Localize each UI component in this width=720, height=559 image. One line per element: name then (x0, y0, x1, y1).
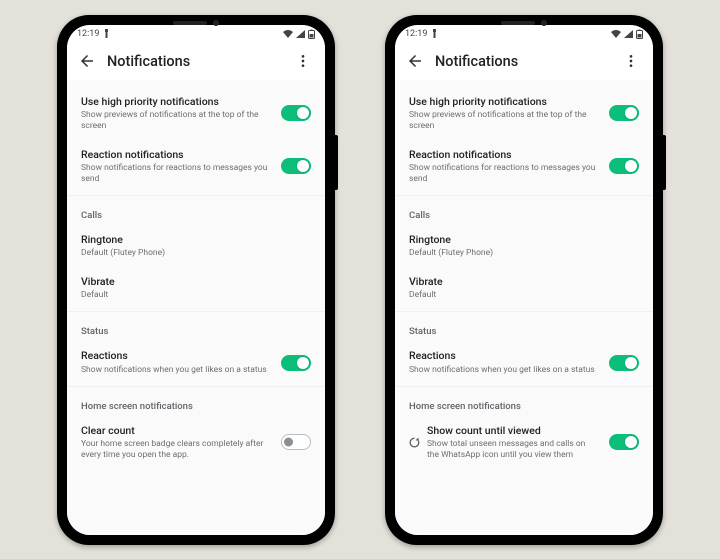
arrow-left-icon (406, 52, 424, 70)
row-title: Reactions (81, 349, 271, 363)
switch-reaction-notifications[interactable] (609, 158, 639, 174)
row-subtitle: Default (Flutey Phone) (409, 248, 639, 259)
more-vert-icon (623, 53, 639, 69)
row-subtitle: Show notifications for reactions to mess… (81, 163, 271, 185)
switch-status-reactions[interactable] (609, 355, 639, 371)
row-subtitle: Your home screen badge clears completely… (81, 439, 271, 461)
section-status: Status (67, 314, 325, 341)
row-subtitle: Show notifications when you get likes on… (409, 365, 599, 376)
page-title: Notifications (101, 53, 289, 70)
row-title: Use high priority notifications (409, 95, 599, 109)
app-bar: Notifications (67, 43, 325, 81)
app-bar: Notifications (395, 43, 653, 81)
row-vibrate[interactable]: Vibrate Default (395, 267, 653, 309)
more-button[interactable] (289, 47, 317, 75)
switch-show-count[interactable] (609, 434, 639, 450)
row-vibrate[interactable]: Vibrate Default (67, 267, 325, 309)
back-button[interactable] (73, 47, 101, 75)
clock-text: 12:19 (77, 29, 99, 39)
battery-icon (308, 29, 315, 39)
phone-left: 12:19 Notifications Use high priority (57, 15, 335, 545)
row-subtitle: Show total unseen messages and calls on … (427, 439, 599, 461)
row-subtitle: Show previews of notifications at the to… (409, 110, 599, 132)
row-title: Reaction notifications (81, 148, 271, 162)
arrow-left-icon (78, 52, 96, 70)
row-title: Vibrate (409, 275, 639, 289)
wifi-icon (611, 30, 621, 38)
refresh-icon (408, 436, 421, 449)
switch-clear-count[interactable] (281, 434, 311, 450)
row-title: Reactions (409, 349, 599, 363)
switch-reaction-notifications[interactable] (281, 158, 311, 174)
row-high-priority[interactable]: Use high priority notifications Show pre… (395, 87, 653, 140)
settings-list: Use high priority notifications Show pre… (67, 81, 325, 535)
row-show-count[interactable]: Show count until viewed Show total unsee… (395, 416, 653, 469)
page-title: Notifications (429, 53, 617, 70)
switch-high-priority[interactable] (609, 105, 639, 121)
section-calls: Calls (395, 198, 653, 225)
row-subtitle: Default (81, 290, 311, 301)
switch-high-priority[interactable] (281, 105, 311, 121)
section-status: Status (395, 314, 653, 341)
phone-right: 12:19 Notifications Use high priority (385, 15, 663, 545)
settings-list: Use high priority notifications Show pre… (395, 81, 653, 535)
row-subtitle: Default (409, 290, 639, 301)
row-title: Show count until viewed (427, 424, 599, 438)
row-reaction-notifications[interactable]: Reaction notifications Show notification… (395, 140, 653, 193)
clock-text: 12:19 (405, 29, 427, 39)
row-title: Reaction notifications (409, 148, 599, 162)
row-status-reactions[interactable]: Reactions Show notifications when you ge… (395, 341, 653, 383)
status-bar: 12:19 (395, 25, 653, 43)
row-status-reactions[interactable]: Reactions Show notifications when you ge… (67, 341, 325, 383)
signal-icon (296, 30, 305, 38)
row-clear-count[interactable]: Clear count Your home screen badge clear… (67, 416, 325, 469)
row-high-priority[interactable]: Use high priority notifications Show pre… (67, 87, 325, 140)
wifi-icon (283, 30, 293, 38)
battery-icon (636, 29, 643, 39)
switch-status-reactions[interactable] (281, 355, 311, 371)
more-button[interactable] (617, 47, 645, 75)
signal-icon (624, 30, 633, 38)
row-reaction-notifications[interactable]: Reaction notifications Show notification… (67, 140, 325, 193)
row-subtitle: Default (Flutey Phone) (81, 248, 311, 259)
back-button[interactable] (401, 47, 429, 75)
row-subtitle: Show notifications when you get likes on… (81, 365, 271, 376)
row-title: Vibrate (81, 275, 311, 289)
row-title: Clear count (81, 424, 271, 438)
row-subtitle: Show previews of notifications at the to… (81, 110, 271, 132)
row-subtitle: Show notifications for reactions to mess… (409, 163, 599, 185)
section-home: Home screen notifications (395, 389, 653, 416)
status-bar: 12:19 (67, 25, 325, 43)
section-calls: Calls (67, 198, 325, 225)
row-title: Use high priority notifications (81, 95, 271, 109)
row-title: Ringtone (81, 233, 311, 247)
row-ringtone[interactable]: Ringtone Default (Flutey Phone) (395, 225, 653, 267)
more-vert-icon (295, 53, 311, 69)
row-ringtone[interactable]: Ringtone Default (Flutey Phone) (67, 225, 325, 267)
section-home: Home screen notifications (67, 389, 325, 416)
row-title: Ringtone (409, 233, 639, 247)
